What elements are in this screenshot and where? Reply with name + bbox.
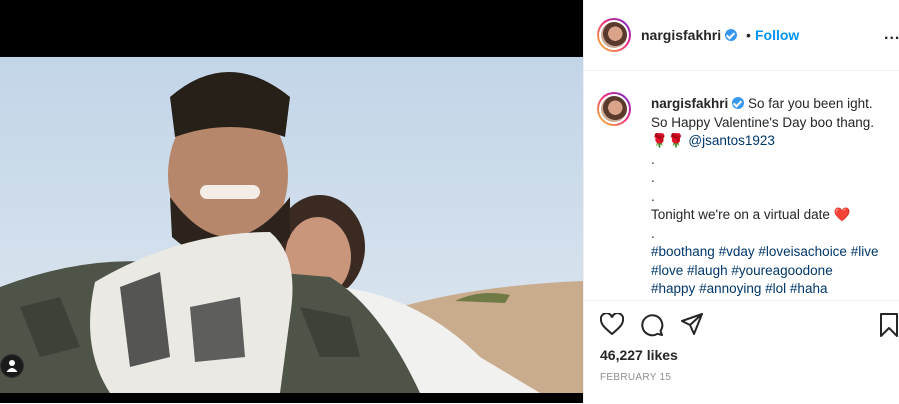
- hashtag-link[interactable]: #happy: [651, 281, 695, 296]
- hashtag-link[interactable]: #lol: [765, 281, 786, 296]
- caption-area: nargisfakhri So far you been ight. So Ha…: [584, 71, 899, 299]
- caption-avatar[interactable]: [597, 92, 631, 126]
- separator-dot: •: [746, 27, 751, 43]
- post-header: nargisfakhri • Follow ...: [584, 0, 899, 71]
- hashtag-link[interactable]: #youreagoodone: [731, 263, 832, 278]
- user-tag-icon[interactable]: [0, 354, 24, 378]
- post-details-panel: nargisfakhri • Follow ... nargisfakhri S…: [583, 0, 899, 403]
- hashtag-link[interactable]: #vday: [719, 244, 755, 259]
- hashtag-link[interactable]: #boothang: [651, 244, 715, 259]
- hashtag-link[interactable]: #haha: [790, 281, 828, 296]
- action-bar: 46,227 likes FEBRUARY 15: [584, 300, 899, 404]
- username-link[interactable]: nargisfakhri: [641, 27, 738, 43]
- mention-link[interactable]: @jsantos1923: [688, 133, 775, 148]
- hashtag-link[interactable]: #laugh: [687, 263, 728, 278]
- post-media: [0, 0, 583, 403]
- verified-badge-icon: [725, 29, 738, 41]
- hashtag-link[interactable]: #love: [651, 263, 683, 278]
- follow-button[interactable]: Follow: [755, 27, 799, 43]
- bookmark-icon[interactable]: [880, 313, 898, 342]
- hashtag-link[interactable]: #live: [851, 244, 879, 259]
- post-photo[interactable]: [0, 57, 583, 393]
- hashtag-link[interactable]: #annoying: [699, 281, 761, 296]
- heart-icon[interactable]: [599, 312, 625, 340]
- hashtag-link[interactable]: #loveisachoice: [758, 244, 847, 259]
- likes-count[interactable]: 46,227 likes: [600, 347, 678, 363]
- caption-username[interactable]: nargisfakhri: [651, 96, 728, 111]
- post-date[interactable]: FEBRUARY 15: [600, 372, 671, 383]
- comment-icon[interactable]: [640, 313, 664, 342]
- more-options-icon[interactable]: ...: [884, 26, 899, 44]
- caption-text: nargisfakhri So far you been ight. So Ha…: [651, 96, 879, 296]
- verified-badge-icon: [732, 97, 745, 109]
- share-icon[interactable]: [680, 313, 704, 340]
- avatar[interactable]: [597, 18, 631, 52]
